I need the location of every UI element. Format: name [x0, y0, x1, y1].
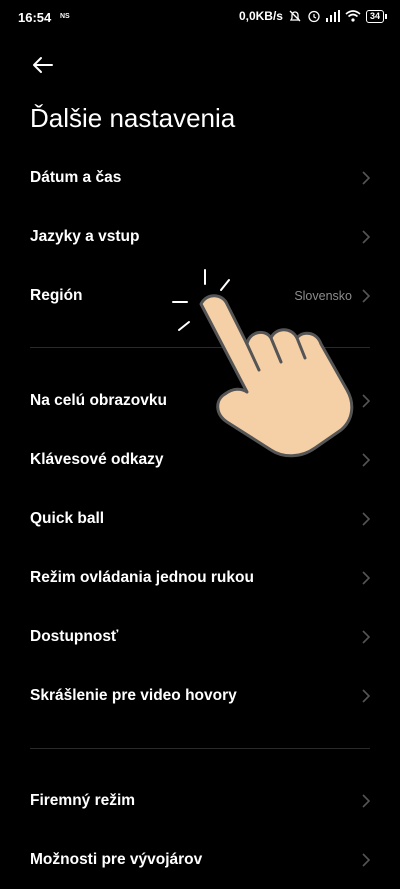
- chevron-right-icon: [362, 570, 371, 585]
- status-icons: 0,0KB/s 34: [238, 9, 388, 23]
- item-label: Klávesové odkazy: [30, 450, 164, 468]
- settings-item-developer-options[interactable]: Možnosti pre vývojárov: [0, 830, 400, 889]
- item-label: Dostupnosť: [30, 627, 119, 645]
- chevron-right-icon: [362, 229, 371, 244]
- chevron-right-icon: [362, 793, 371, 808]
- wifi-icon: [345, 10, 361, 22]
- back-arrow-icon: [33, 57, 53, 73]
- ns-badge: NS: [60, 13, 70, 20]
- settings-item-one-handed-mode[interactable]: Režim ovládania jednou rukou: [0, 548, 400, 607]
- chevron-right-icon: [362, 688, 371, 703]
- item-label: Jazyky a vstup: [30, 227, 140, 245]
- settings-item-video-call-beautify[interactable]: Skrášlenie pre video hovory: [0, 666, 400, 725]
- settings-item-languages[interactable]: Jazyky a vstup: [0, 207, 400, 266]
- settings-item-date-time[interactable]: Dátum a čas: [0, 148, 400, 207]
- item-label: Dátum a čas: [30, 168, 122, 186]
- item-label: Na celú obrazovku: [30, 391, 167, 409]
- settings-item-quick-ball[interactable]: Quick ball: [0, 489, 400, 548]
- battery-indicator: 34: [365, 9, 388, 23]
- item-label: Región: [30, 286, 83, 304]
- chevron-right-icon: [362, 629, 371, 644]
- item-label: Quick ball: [30, 509, 105, 527]
- alarm-off-icon: [289, 10, 301, 22]
- chevron-right-icon: [362, 511, 371, 526]
- status-time: 16:54: [18, 10, 52, 25]
- signal-bars-icon: [325, 10, 340, 22]
- status-bar: 16:54 NS 0,0KB/s 34: [0, 0, 400, 36]
- page-title: Ďalšie nastavenia: [30, 103, 236, 133]
- alarm-clock-icon: [308, 10, 320, 23]
- item-label: Firemný režim: [30, 791, 136, 809]
- item-label: Skrášlenie pre video hovory: [30, 686, 237, 704]
- section-divider: [30, 748, 370, 749]
- back-button[interactable]: [28, 50, 58, 80]
- chevron-right-icon: [362, 852, 371, 867]
- settings-item-accessibility[interactable]: Dostupnosť: [0, 607, 400, 666]
- network-speed: 0,0KB/s: [238, 9, 283, 23]
- tap-hand-icon: [172, 269, 354, 458]
- item-label: Možnosti pre vývojárov: [30, 850, 203, 868]
- chevron-right-icon: [362, 170, 371, 185]
- item-label: Režim ovládania jednou rukou: [30, 568, 254, 586]
- settings-item-enterprise-mode[interactable]: Firemný režim: [0, 771, 400, 830]
